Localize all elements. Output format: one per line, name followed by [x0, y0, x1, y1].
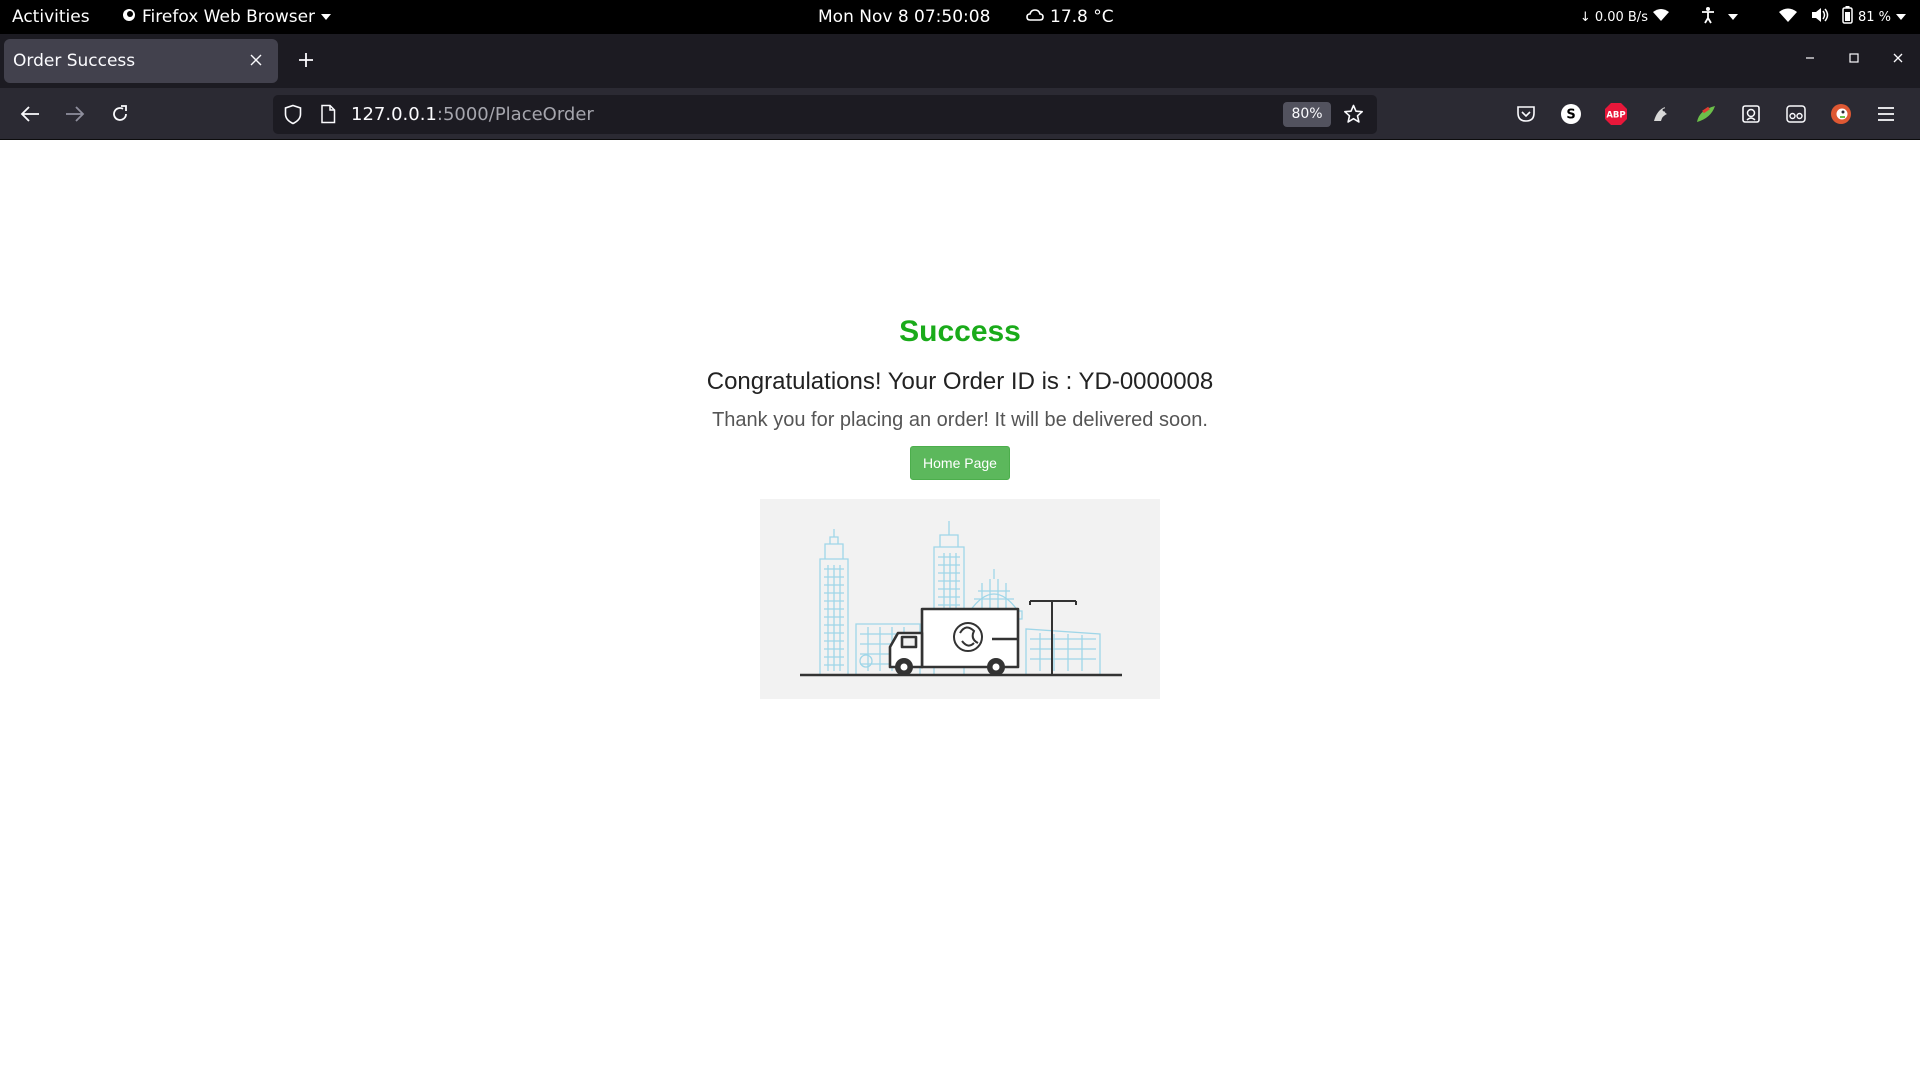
- new-tab-button[interactable]: [292, 46, 320, 74]
- svg-text:S: S: [1566, 108, 1575, 123]
- pocket-icon[interactable]: [1512, 100, 1540, 128]
- extensions-toolbar: S ABP: [1512, 100, 1900, 128]
- battery-label: 81 %: [1857, 9, 1891, 25]
- accessibility-icon[interactable]: [1700, 6, 1716, 28]
- app-menu-label: Firefox Web Browser: [142, 7, 316, 27]
- volume-icon[interactable]: [1810, 7, 1830, 27]
- order-id-message: Congratulations! Your Order ID is : YD-0…: [706, 368, 1214, 395]
- tab-strip: Order Success: [0, 34, 1920, 88]
- window-controls: [1798, 46, 1910, 70]
- battery-icon: [1842, 6, 1853, 28]
- extension-s-icon[interactable]: S: [1557, 100, 1585, 128]
- url-path: :5000/PlaceOrder: [436, 104, 594, 125]
- arrow-down-icon: ↓: [1579, 9, 1591, 25]
- system-tray[interactable]: ↓ 0.00 B/s 81 %: [1580, 0, 1906, 34]
- delivery-truck-illustration: [760, 499, 1160, 699]
- activities-button[interactable]: Activities: [12, 0, 90, 34]
- zoom-indicator[interactable]: 80%: [1283, 102, 1331, 127]
- minimize-icon[interactable]: [1798, 46, 1822, 70]
- maximize-icon[interactable]: [1842, 46, 1866, 70]
- dark-reader-icon[interactable]: [1647, 100, 1675, 128]
- chevron-down-icon[interactable]: [1727, 14, 1738, 20]
- url-host: 127.0.0.1: [351, 104, 437, 125]
- shield-icon[interactable]: [283, 104, 303, 129]
- extension-leaf-icon[interactable]: [1692, 100, 1720, 128]
- back-button[interactable]: [14, 98, 46, 130]
- clock[interactable]: Mon Nov 8 07:50:08: [818, 0, 990, 34]
- weather-indicator[interactable]: 17.8 °C: [1026, 0, 1114, 34]
- tab-title: Order Success: [13, 51, 136, 71]
- duckduckgo-icon[interactable]: [1827, 100, 1855, 128]
- system-top-bar: Activities Firefox Web Browser Mon Nov 8…: [0, 0, 1920, 34]
- battery-indicator[interactable]: 81 %: [1842, 6, 1906, 28]
- reader-extension-icon[interactable]: [1737, 100, 1765, 128]
- network-speed: ↓ 0.00 B/s: [1580, 8, 1670, 26]
- arrow-right-icon: [66, 106, 85, 122]
- chevron-down-icon: [1896, 14, 1906, 20]
- weather-icon: [1026, 7, 1044, 28]
- app-menu[interactable]: Firefox Web Browser: [122, 0, 332, 34]
- svg-text:ABP: ABP: [1606, 111, 1625, 121]
- chevron-down-icon: [321, 14, 332, 20]
- temperature-label: 17.8 °C: [1050, 7, 1114, 27]
- reload-icon: [113, 105, 127, 121]
- wifi-icon: [1652, 8, 1670, 26]
- order-success-panel: Success Congratulations! Your Order ID i…: [0, 310, 1920, 699]
- firefox-app-icon: [122, 7, 136, 27]
- close-icon[interactable]: [246, 50, 266, 70]
- delivery-message: Thank you for placing an order! It will …: [712, 409, 1208, 431]
- page-title: Success: [899, 315, 1021, 348]
- bookmark-star-icon[interactable]: [1343, 104, 1364, 128]
- page-icon[interactable]: [320, 104, 336, 128]
- glasses-extension-icon[interactable]: [1782, 100, 1810, 128]
- arrow-left-icon: [20, 106, 39, 122]
- hamburger-menu-icon[interactable]: [1872, 100, 1900, 128]
- net-speed-label: 0.00 B/s: [1594, 9, 1648, 25]
- reload-button[interactable]: [104, 98, 136, 130]
- forward-button[interactable]: [59, 98, 91, 130]
- page-viewport: Success Congratulations! Your Order ID i…: [0, 140, 1920, 1080]
- url-text[interactable]: 127.0.0.1:5000/PlaceOrder: [351, 95, 594, 134]
- home-page-button[interactable]: Home Page: [910, 446, 1010, 480]
- wifi-icon[interactable]: [1778, 8, 1798, 27]
- url-bar[interactable]: 127.0.0.1:5000/PlaceOrder 80%: [273, 95, 1377, 134]
- navigation-toolbar: 127.0.0.1:5000/PlaceOrder 80% S ABP: [0, 88, 1920, 140]
- tab-order-success[interactable]: Order Success: [4, 39, 278, 83]
- adblock-plus-icon[interactable]: ABP: [1602, 100, 1630, 128]
- close-window-icon[interactable]: [1886, 46, 1910, 70]
